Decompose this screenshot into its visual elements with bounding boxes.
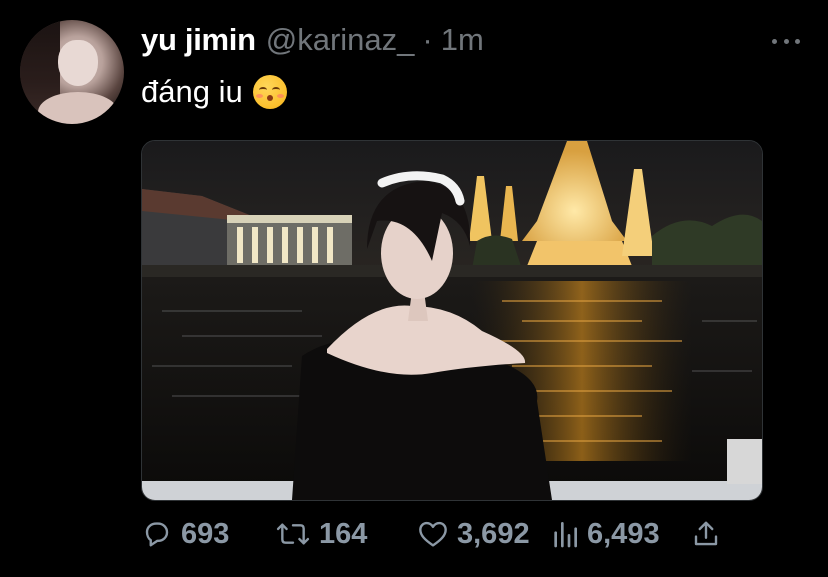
kissing-face-icon bbox=[252, 75, 287, 109]
views-button[interactable]: 6,493 bbox=[551, 514, 660, 554]
tweet-photo[interactable] bbox=[141, 140, 763, 501]
share-icon bbox=[694, 521, 718, 546]
like-button[interactable]: 3,692 bbox=[417, 514, 530, 554]
like-count: 3,692 bbox=[457, 517, 530, 550]
tweet-text-content: đáng iu bbox=[141, 74, 243, 109]
display-name[interactable]: yu jimin bbox=[141, 22, 256, 58]
more-options-icon[interactable] bbox=[772, 36, 800, 46]
reply-icon bbox=[145, 522, 169, 547]
avatar[interactable] bbox=[20, 20, 124, 124]
heart-icon bbox=[419, 521, 447, 547]
avatar-face bbox=[58, 40, 98, 86]
tweet-text: đáng iu bbox=[141, 74, 287, 110]
tweet[interactable]: yu jimin @karinaz_ · 1m đáng iu 693 164 … bbox=[0, 0, 828, 577]
tweet-actions: 693 164 3,692 6,493 bbox=[141, 514, 741, 554]
timestamp[interactable]: 1m bbox=[441, 22, 484, 58]
views-bar-chart-icon bbox=[554, 522, 577, 548]
views-count: 6,493 bbox=[587, 517, 660, 550]
retweet-button[interactable]: 164 bbox=[275, 514, 367, 554]
avatar-shoulder bbox=[38, 92, 118, 124]
photo-building-center bbox=[227, 219, 352, 269]
reply-button[interactable]: 693 bbox=[141, 514, 229, 554]
reply-count: 693 bbox=[181, 517, 230, 550]
retweet-count: 164 bbox=[319, 517, 368, 550]
separator-dot: · bbox=[422, 22, 433, 57]
share-button[interactable] bbox=[691, 514, 729, 554]
tweet-header: yu jimin @karinaz_ · 1m bbox=[141, 22, 484, 62]
user-handle[interactable]: @karinaz_ bbox=[266, 22, 415, 58]
retweet-icon bbox=[276, 523, 310, 545]
